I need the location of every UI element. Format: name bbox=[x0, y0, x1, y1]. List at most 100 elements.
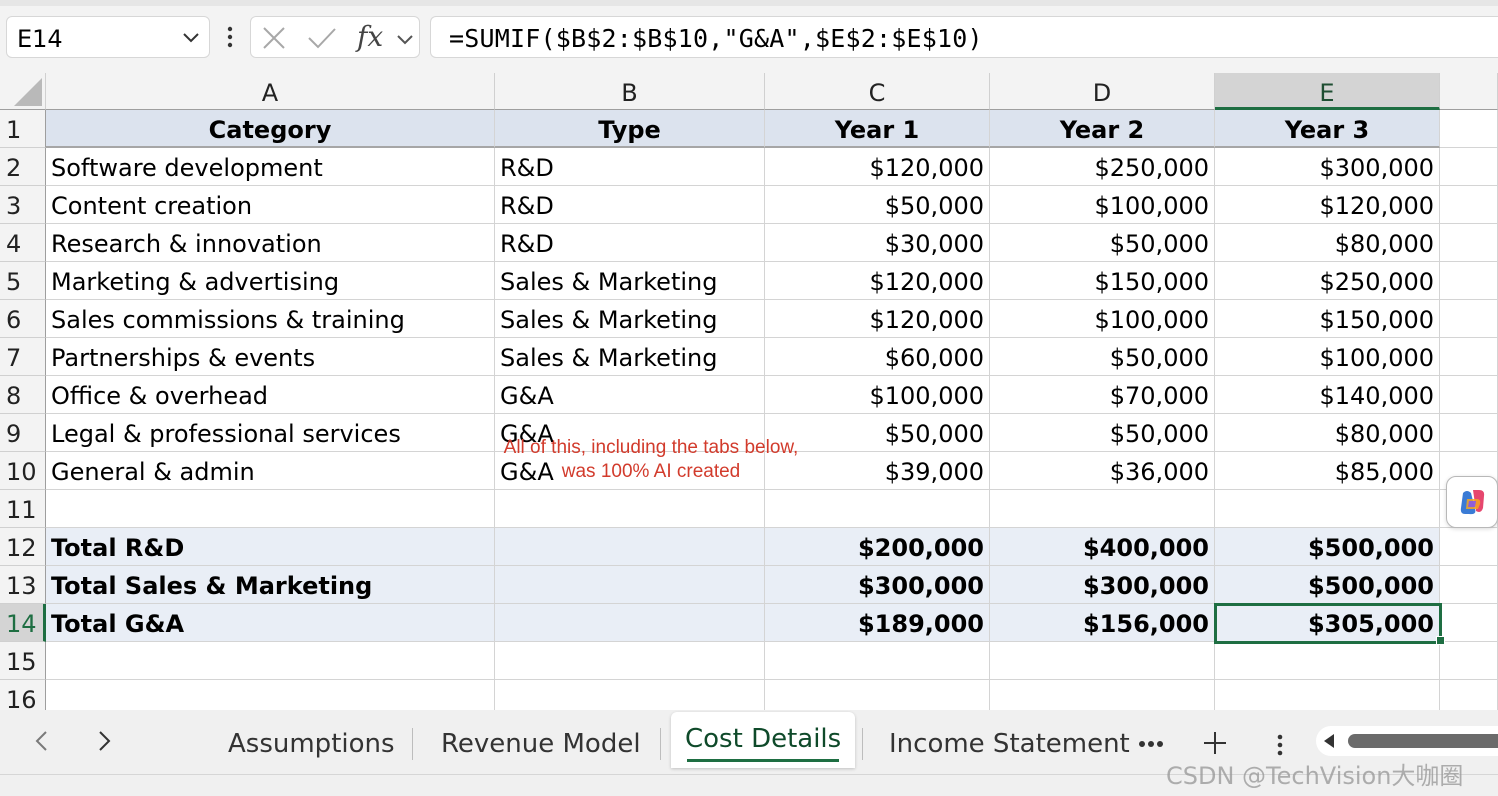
name-box-value[interactable]: E14 bbox=[17, 25, 63, 53]
cell-f1[interactable] bbox=[1440, 110, 1498, 148]
cell-a1[interactable]: Category bbox=[46, 110, 495, 148]
cell-a2[interactable]: Software development bbox=[46, 148, 495, 186]
close-icon[interactable] bbox=[261, 25, 287, 51]
formula-text[interactable]: =SUMIF($B$2:$B$10,"G&A",$E$2:$E$10) bbox=[449, 24, 983, 53]
cell-b1[interactable]: Type bbox=[495, 110, 765, 148]
cell-e1[interactable]: Year 3 bbox=[1215, 110, 1440, 148]
row-header-16[interactable]: 16 bbox=[0, 680, 46, 710]
cell-e6[interactable]: $150,000 bbox=[1215, 300, 1440, 338]
cell-c15[interactable] bbox=[765, 642, 990, 680]
cell-e11[interactable] bbox=[1215, 490, 1440, 528]
cell-e15[interactable] bbox=[1215, 642, 1440, 680]
cell-b13[interactable] bbox=[495, 566, 765, 604]
cell-b6[interactable]: Sales & Marketing bbox=[495, 300, 765, 338]
cell-f3[interactable] bbox=[1440, 186, 1498, 224]
scroll-left-arrow-icon[interactable] bbox=[1324, 734, 1334, 748]
cell-d16[interactable] bbox=[990, 680, 1215, 710]
cell-a10[interactable]: General & admin bbox=[46, 452, 495, 490]
cell-a11[interactable] bbox=[46, 490, 495, 528]
cell-e10[interactable]: $85,000 bbox=[1215, 452, 1440, 490]
cell-f2[interactable] bbox=[1440, 148, 1498, 186]
cell-b15[interactable] bbox=[495, 642, 765, 680]
plus-icon[interactable] bbox=[1202, 730, 1228, 756]
vertical-ellipsis-icon[interactable] bbox=[222, 22, 238, 52]
row-header-15[interactable]: 15 bbox=[0, 642, 46, 680]
tab-cost-details[interactable]: Cost Details bbox=[671, 712, 856, 768]
fx-icon[interactable]: fx bbox=[357, 20, 383, 53]
cell-c2[interactable]: $120,000 bbox=[765, 148, 990, 186]
cell-d13[interactable]: $300,000 bbox=[990, 566, 1215, 604]
cell-f9[interactable] bbox=[1440, 414, 1498, 452]
cell-f15[interactable] bbox=[1440, 642, 1498, 680]
cell-c8[interactable]: $100,000 bbox=[765, 376, 990, 414]
cell-f16[interactable] bbox=[1440, 680, 1498, 710]
row-header-4[interactable]: 4 bbox=[0, 224, 46, 262]
scrollbar-thumb[interactable] bbox=[1348, 734, 1498, 748]
cell-c16[interactable] bbox=[765, 680, 990, 710]
cell-a8[interactable]: Office & overhead bbox=[46, 376, 495, 414]
cell-f6[interactable] bbox=[1440, 300, 1498, 338]
row-header-2[interactable]: 2 bbox=[0, 148, 46, 186]
cell-d9[interactable]: $50,000 bbox=[990, 414, 1215, 452]
cell-c6[interactable]: $120,000 bbox=[765, 300, 990, 338]
cell-c7[interactable]: $60,000 bbox=[765, 338, 990, 376]
cell-f13[interactable] bbox=[1440, 566, 1498, 604]
cell-f14[interactable] bbox=[1440, 604, 1498, 642]
cell-f7[interactable] bbox=[1440, 338, 1498, 376]
row-header-9[interactable]: 9 bbox=[0, 414, 46, 452]
fill-handle[interactable] bbox=[1436, 636, 1445, 645]
cell-b5[interactable]: Sales & Marketing bbox=[495, 262, 765, 300]
tab-assumptions[interactable]: Assumptions bbox=[228, 720, 395, 768]
cell-a5[interactable]: Marketing & advertising bbox=[46, 262, 495, 300]
cell-d5[interactable]: $150,000 bbox=[990, 262, 1215, 300]
chevron-down-icon[interactable] bbox=[395, 29, 415, 49]
row-header-11[interactable]: 11 bbox=[0, 490, 46, 528]
cell-f4[interactable] bbox=[1440, 224, 1498, 262]
column-header-d[interactable]: D bbox=[990, 73, 1215, 110]
cell-d11[interactable] bbox=[990, 490, 1215, 528]
cell-e2[interactable]: $300,000 bbox=[1215, 148, 1440, 186]
row-header-8[interactable]: 8 bbox=[0, 376, 46, 414]
cell-d2[interactable]: $250,000 bbox=[990, 148, 1215, 186]
cell-a12[interactable]: Total R&D bbox=[46, 528, 495, 566]
cell-c1[interactable]: Year 1 bbox=[765, 110, 990, 148]
cell-e16[interactable] bbox=[1215, 680, 1440, 710]
cell-d10[interactable]: $36,000 bbox=[990, 452, 1215, 490]
cell-c11[interactable] bbox=[765, 490, 990, 528]
cell-b2[interactable]: R&D bbox=[495, 148, 765, 186]
cell-b4[interactable]: R&D bbox=[495, 224, 765, 262]
select-all-button[interactable] bbox=[0, 73, 46, 110]
cell-a13[interactable]: Total Sales & Marketing bbox=[46, 566, 495, 604]
column-header-c[interactable]: C bbox=[765, 73, 990, 110]
cell-d3[interactable]: $100,000 bbox=[990, 186, 1215, 224]
cell-a3[interactable]: Content creation bbox=[46, 186, 495, 224]
cell-d6[interactable]: $100,000 bbox=[990, 300, 1215, 338]
cell-b3[interactable]: R&D bbox=[495, 186, 765, 224]
row-header-14[interactable]: 14 bbox=[0, 604, 46, 642]
chevron-right-icon[interactable] bbox=[92, 728, 116, 754]
column-header-e[interactable]: E bbox=[1215, 73, 1440, 110]
cell-c14[interactable]: $189,000 bbox=[765, 604, 990, 642]
cell-a14[interactable]: Total G&A bbox=[46, 604, 495, 642]
cell-a6[interactable]: Sales commissions & training bbox=[46, 300, 495, 338]
cell-e5[interactable]: $250,000 bbox=[1215, 262, 1440, 300]
cell-d12[interactable]: $400,000 bbox=[990, 528, 1215, 566]
spreadsheet-grid[interactable]: A B C D E 1 Category Type Year 1 Year 2 Year 3 2 Sof… bbox=[0, 73, 1498, 710]
cell-f12[interactable] bbox=[1440, 528, 1498, 566]
cell-b14[interactable] bbox=[495, 604, 765, 642]
cell-d14[interactable]: $156,000 bbox=[990, 604, 1215, 642]
chevron-left-icon[interactable] bbox=[30, 728, 54, 754]
cell-c5[interactable]: $120,000 bbox=[765, 262, 990, 300]
cell-c4[interactable]: $30,000 bbox=[765, 224, 990, 262]
cell-a4[interactable]: Research & innovation bbox=[46, 224, 495, 262]
tab-cost-details-label[interactable]: Cost Details bbox=[685, 724, 841, 754]
cell-d15[interactable] bbox=[990, 642, 1215, 680]
cell-e4[interactable]: $80,000 bbox=[1215, 224, 1440, 262]
cell-d1[interactable]: Year 2 bbox=[990, 110, 1215, 148]
cell-c13[interactable]: $300,000 bbox=[765, 566, 990, 604]
horizontal-scrollbar[interactable] bbox=[1316, 726, 1498, 756]
horizontal-ellipsis-icon[interactable] bbox=[1138, 740, 1164, 748]
cell-a7[interactable]: Partnerships & events bbox=[46, 338, 495, 376]
column-header-a[interactable]: A bbox=[46, 73, 495, 110]
tab-income-statement[interactable]: Income Statement bbox=[889, 720, 1130, 768]
